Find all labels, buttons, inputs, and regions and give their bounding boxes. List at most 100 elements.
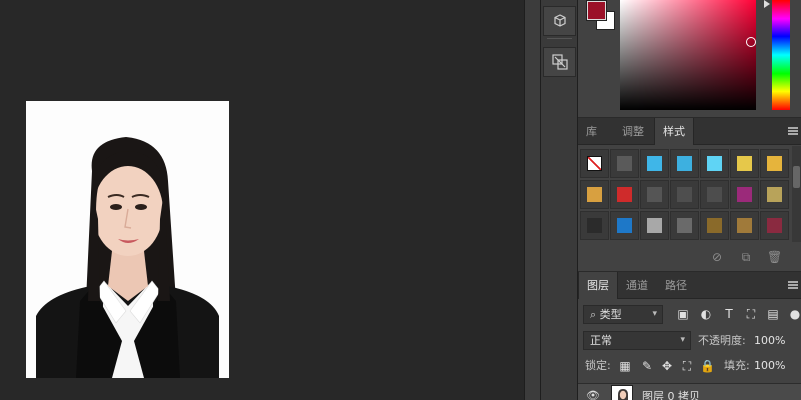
hue-slider[interactable] <box>772 0 790 110</box>
foreground-color-swatch[interactable] <box>586 0 607 21</box>
opacity-value[interactable]: 100% <box>754 331 785 350</box>
clear-style-icon[interactable]: ⊘ <box>711 251 723 263</box>
style-swatch[interactable] <box>640 180 669 209</box>
style-swatch[interactable] <box>700 180 729 209</box>
style-swatch[interactable] <box>640 149 669 178</box>
style-swatch[interactable] <box>700 211 729 240</box>
lock-all-icon[interactable]: 🔒 <box>700 359 715 373</box>
delete-style-icon[interactable]: 🗑 <box>767 251 782 263</box>
portrait-image[interactable] <box>26 101 229 378</box>
style-swatch-preview <box>737 156 752 171</box>
style-swatch-preview <box>767 156 782 171</box>
style-swatch[interactable] <box>670 211 699 240</box>
style-swatch-preview <box>737 218 752 233</box>
tab-library[interactable]: 库 <box>578 118 605 145</box>
style-swatch-preview <box>677 218 692 233</box>
style-swatch-preview <box>707 218 722 233</box>
tab-adjustments[interactable]: 调整 <box>614 118 652 145</box>
filter-toggle-icon[interactable]: ● <box>788 307 801 321</box>
blend-mode-select[interactable]: 正常 ▾ <box>583 331 691 350</box>
style-swatch[interactable] <box>760 211 789 240</box>
style-swatch[interactable] <box>640 211 669 240</box>
type-filter-icon[interactable]: T <box>722 307 736 321</box>
color-picker-panel <box>578 0 801 118</box>
adjustment-filter-icon[interactable]: ◐ <box>699 307 713 321</box>
layer-row[interactable]: 👁 图层 0 拷贝 <box>578 383 801 400</box>
image-filter-icon[interactable]: ▣ <box>676 307 690 321</box>
style-swatch[interactable] <box>760 149 789 178</box>
style-swatch-preview <box>767 218 782 233</box>
lock-label: 锁定: <box>585 359 611 372</box>
opacity-label: 不透明度: <box>698 334 746 347</box>
layers-panel-tabs: 图层 通道 路径 <box>578 272 801 299</box>
tab-channels[interactable]: 通道 <box>618 272 656 299</box>
fill-value[interactable]: 100% <box>754 356 785 375</box>
styles-scrollbar[interactable] <box>792 146 801 242</box>
eye-icon[interactable]: 👁 <box>586 389 600 400</box>
style-swatch-preview <box>767 187 782 202</box>
lock-artboard-icon[interactable]: ⛶ <box>680 359 694 373</box>
styles-scroll-thumb[interactable] <box>793 166 800 188</box>
tab-styles[interactable]: 样式 <box>654 118 694 145</box>
styles-panel-tabs: 库 调整 样式 <box>578 118 801 145</box>
style-swatch-preview <box>587 187 602 202</box>
style-swatch-preview <box>647 218 662 233</box>
transform-icon[interactable] <box>543 47 576 77</box>
layer-filter-select[interactable]: ⌕ 类型 ▾ <box>583 305 663 324</box>
styles-grid <box>578 146 801 242</box>
photoshop-window: 库 调整 样式 ⊘ ⧉ 🗑 图层 通道 路径 ⌕ 类型 ▾ ▣ ◐ T ⛶ ▤ … <box>0 0 801 400</box>
style-swatch[interactable] <box>580 149 609 178</box>
style-swatch-preview <box>617 218 632 233</box>
chevron-down-icon: ▾ <box>680 335 685 345</box>
smart-object-filter-icon[interactable]: ▤ <box>766 307 780 321</box>
portrait-figure <box>26 101 229 378</box>
lock-pixels-icon[interactable]: ✎ <box>640 359 654 373</box>
style-swatch[interactable] <box>730 211 759 240</box>
layer-name[interactable]: 图层 0 拷贝 <box>642 388 700 400</box>
style-swatch-preview <box>677 156 692 171</box>
hue-slider-handle[interactable] <box>764 0 770 8</box>
saturation-value-field[interactable] <box>620 0 756 110</box>
style-swatch[interactable] <box>610 211 639 240</box>
color-picker-marker[interactable] <box>746 37 756 47</box>
style-swatch[interactable] <box>610 149 639 178</box>
style-swatch-preview <box>587 156 602 171</box>
style-swatch[interactable] <box>670 149 699 178</box>
layers-menu-icon[interactable] <box>788 281 798 289</box>
fill-label: 填充: <box>724 359 750 372</box>
style-swatch-preview <box>647 156 662 171</box>
tab-layers[interactable]: 图层 <box>578 272 618 299</box>
new-style-icon[interactable]: ⧉ <box>740 251 752 263</box>
document-canvas[interactable] <box>0 0 524 400</box>
layer-thumbnail <box>611 385 633 400</box>
search-icon: ⌕ <box>590 308 597 321</box>
style-swatch-preview <box>737 187 752 202</box>
panel-dock <box>541 0 578 400</box>
style-swatch[interactable] <box>610 180 639 209</box>
style-swatch-preview <box>587 218 602 233</box>
shape-filter-icon[interactable]: ⛶ <box>744 307 758 321</box>
dock-separator <box>547 38 572 39</box>
chevron-down-icon: ▾ <box>652 309 657 319</box>
3d-cube-icon[interactable] <box>543 6 576 36</box>
lock-transparency-icon[interactable]: ▦ <box>618 359 632 373</box>
style-swatch[interactable] <box>760 180 789 209</box>
tab-paths[interactable]: 路径 <box>657 272 695 299</box>
panel-menu-icon[interactable] <box>788 127 798 135</box>
style-swatch[interactable] <box>700 149 729 178</box>
style-swatch[interactable] <box>670 180 699 209</box>
style-swatch[interactable] <box>580 180 609 209</box>
style-swatch-preview <box>707 187 722 202</box>
layers-panel: ⌕ 类型 ▾ ▣ ◐ T ⛶ ▤ ● 正常 ▾ 不透明度: 100% 锁定: ▦… <box>578 299 801 400</box>
panel-divider[interactable] <box>524 0 541 400</box>
layer-filter-value: 类型 <box>599 308 622 321</box>
style-swatch[interactable] <box>730 180 759 209</box>
lock-position-icon[interactable]: ✥ <box>660 359 674 373</box>
right-panels: 库 调整 样式 ⊘ ⧉ 🗑 图层 通道 路径 ⌕ 类型 ▾ ▣ ◐ T ⛶ ▤ … <box>578 0 801 400</box>
blend-mode-value: 正常 <box>590 334 612 347</box>
style-swatch[interactable] <box>730 149 759 178</box>
style-swatch[interactable] <box>580 211 609 240</box>
styles-footer: ⊘ ⧉ 🗑 <box>578 242 801 272</box>
style-swatch-preview <box>647 187 662 202</box>
style-swatch-preview <box>707 156 722 171</box>
